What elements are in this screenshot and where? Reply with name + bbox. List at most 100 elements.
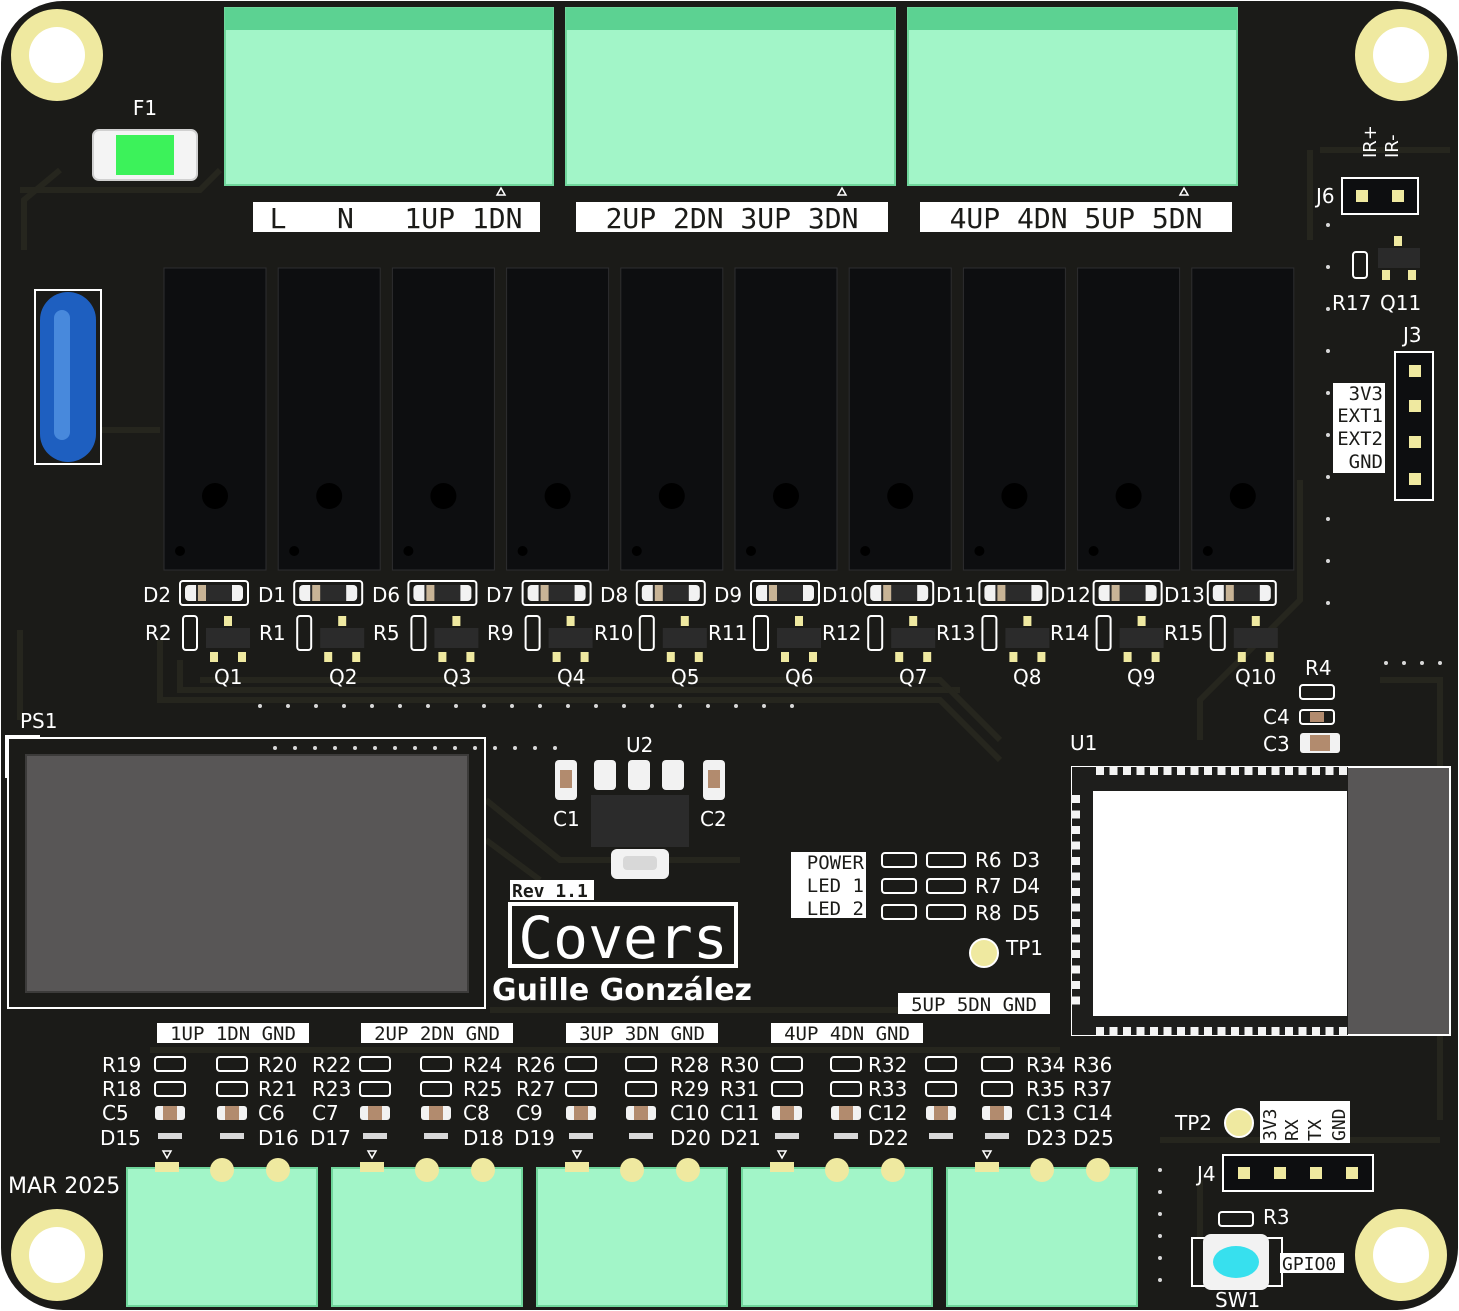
group-label: 4UP 4DN GND: [784, 1023, 910, 1045]
component-ref: D20: [670, 1126, 711, 1150]
j4-pin-tx: TX: [1305, 1119, 1326, 1141]
button-label: GPIO0: [1282, 1254, 1336, 1275]
resistor-ref: R11: [708, 621, 747, 645]
component-ref: R36: [1073, 1053, 1112, 1077]
board-name: Covers: [518, 904, 728, 972]
terminal-block-bottom-4: [741, 1150, 933, 1307]
component-ref: R18: [102, 1077, 141, 1101]
r4-ref: R4: [1305, 656, 1332, 680]
resistor-ref: R1: [259, 621, 286, 645]
component-ref: R34: [1026, 1053, 1065, 1077]
ir-plus-label: IR+: [1360, 125, 1381, 158]
q11-ref: Q11: [1380, 291, 1421, 315]
component-ref: D21: [720, 1126, 761, 1150]
component-ref: R24: [463, 1053, 502, 1077]
diode-ref: D7: [486, 583, 514, 607]
tp2-ref: TP2: [1174, 1111, 1212, 1135]
component-ref: R30: [720, 1053, 759, 1077]
component-ref: R21: [258, 1077, 297, 1101]
component-ref: R29: [670, 1077, 709, 1101]
u1-ref: U1: [1070, 731, 1097, 755]
component-ref: C6: [258, 1101, 285, 1125]
component-ref: R20: [258, 1053, 297, 1077]
terminal-block-bottom-3: [536, 1150, 728, 1307]
resistor-ref: R9: [487, 621, 514, 645]
component-ref: R31: [720, 1077, 759, 1101]
component-ref: D15: [100, 1126, 141, 1150]
component-ref: D25: [1073, 1126, 1114, 1150]
terminal-label-3: 4UP 4DN 5UP 5DN: [950, 202, 1203, 235]
component-ref: C7: [312, 1101, 339, 1125]
transistor-ref: Q7: [899, 665, 927, 689]
component-ref: R33: [868, 1077, 907, 1101]
d5-ref: D5: [1012, 901, 1040, 925]
blue-capacitor: [34, 289, 102, 465]
ir-minus-label: IR-: [1382, 134, 1403, 158]
j6-header: [1341, 177, 1419, 215]
component-ref: C8: [463, 1101, 490, 1125]
resistor-ref: R12: [822, 621, 861, 645]
date-label: MAR 2025: [8, 1174, 120, 1199]
c4-ref: C4: [1263, 705, 1290, 729]
component-ref: C9: [516, 1101, 543, 1125]
terminal-block-bottom-5: [946, 1150, 1138, 1307]
d3-ref: D3: [1012, 848, 1040, 872]
component-ref: R22: [312, 1053, 351, 1077]
component-ref: R37: [1073, 1077, 1112, 1101]
mounting-hole-drill: [1373, 27, 1429, 83]
j3-ref: J3: [1401, 323, 1422, 347]
c3-ref: C3: [1263, 732, 1290, 756]
component-ref: D23: [1026, 1126, 1067, 1150]
j6-ref: J6: [1314, 184, 1335, 208]
author-label: Guille González: [492, 973, 752, 1008]
transistor-ref: Q2: [329, 665, 357, 689]
j3-pin-3v3: 3V3: [1349, 383, 1383, 405]
transistor-ref: Q5: [671, 665, 699, 689]
c1-ref: C1: [553, 807, 580, 831]
led-label-2: LED 2: [807, 898, 864, 920]
component-ref: R28: [670, 1053, 709, 1077]
component-ref: R27: [516, 1077, 555, 1101]
r3-ref: R3: [1263, 1205, 1290, 1229]
component-ref: R25: [463, 1077, 502, 1101]
diode-ref: D6: [372, 583, 400, 607]
tp1-ref: TP1: [1005, 936, 1043, 960]
transistor-ref: Q8: [1013, 665, 1041, 689]
pcb-board: F1 L N 1UP 1DN 2UP 2DN 3UP 3DN 4UP 4DN 5…: [1, 1, 1458, 1311]
component-ref: R23: [312, 1077, 351, 1101]
terminal-label-2: 2UP 2DN 3UP 3DN: [606, 202, 859, 235]
component-ref: C11: [720, 1101, 759, 1125]
terminal-block-bottom-1: [126, 1150, 318, 1307]
resistor-ref: R14: [1050, 621, 1089, 645]
component-ref: C10: [670, 1101, 709, 1125]
component-ref: D18: [463, 1126, 504, 1150]
component-ref: C12: [868, 1101, 907, 1125]
transistor-ref: Q1: [214, 665, 242, 689]
component-ref: C13: [1026, 1101, 1065, 1125]
component-ref: D22: [868, 1126, 909, 1150]
component-ref: R32: [868, 1053, 907, 1077]
resistor-ref: R15: [1164, 621, 1203, 645]
mounting-hole-drill: [29, 27, 85, 83]
fuse-ref: F1: [133, 96, 157, 120]
component-ref: C14: [1073, 1101, 1112, 1125]
transistor-ref: Q3: [443, 665, 471, 689]
terminal-label-1: L N 1UP 1DN: [270, 202, 523, 235]
j3-pin-ext2: EXT2: [1337, 428, 1383, 450]
j4-pin-3v3: 3V3: [1260, 1108, 1281, 1141]
component-ref: R19: [102, 1053, 141, 1077]
diode-ref: D9: [714, 583, 742, 607]
component-ref: D16: [258, 1126, 299, 1150]
component-ref: D17: [310, 1126, 351, 1150]
resistor-ref: R2: [145, 621, 172, 645]
led-label-power: POWER: [807, 852, 865, 874]
component-ref: C5: [102, 1101, 129, 1125]
diode-ref: D11: [936, 583, 977, 607]
terminal-block-bottom-2: [331, 1150, 523, 1307]
component-ref: D19: [514, 1126, 555, 1150]
group-label: 3UP 3DN GND: [579, 1023, 705, 1045]
resistor-ref: R13: [936, 621, 975, 645]
j4-pin-gnd: GND: [1329, 1108, 1350, 1141]
resistor-ref: R5: [373, 621, 400, 645]
r8-ref: R8: [975, 901, 1002, 925]
